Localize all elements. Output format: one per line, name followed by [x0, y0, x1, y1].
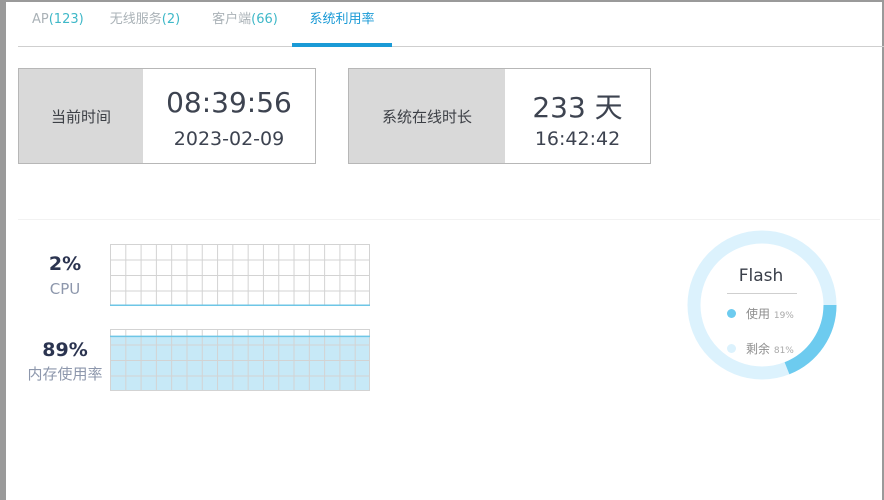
tab-wireless-service-count: (2) [161, 12, 181, 27]
current-time-label: 当前时间 [19, 69, 143, 163]
current-time-value: 08:39:56 [166, 86, 292, 119]
flash-title-underline [727, 293, 797, 294]
section-divider [18, 219, 880, 220]
cpu-usage-chart [110, 244, 370, 306]
uptime-label: 系统在线时长 [349, 69, 505, 163]
tab-system-utilization-label: 系统利用率 [309, 12, 375, 27]
tab-clients-label: 客户端 [212, 12, 252, 27]
tab-clients[interactable]: 客户端(66) [207, 0, 283, 46]
memory-fill-area [110, 335, 370, 391]
tab-wireless-service-label: 无线服务 [109, 12, 162, 27]
uptime-time-value: 16:42:42 [534, 128, 621, 150]
flash-used-legend-dot [727, 309, 736, 318]
tab-clients-count: (66) [251, 12, 278, 27]
flash-used-label: 使用 [746, 307, 771, 321]
flash-free-legend: 剩余 81% [746, 340, 794, 357]
cpu-label: CPU [49, 280, 81, 298]
tab-system-utilization[interactable]: 系统利用率 [292, 0, 392, 47]
tab-ap-count: (123) [48, 12, 84, 27]
tab-ap[interactable]: AP(123) [32, 0, 84, 46]
flash-used-legend: 使用 19% [746, 305, 794, 322]
flash-free-label: 剩余 [746, 342, 771, 356]
memory-usage-chart [110, 329, 370, 391]
memory-value: 89% [42, 339, 88, 361]
flash-used-pct: 19% [773, 311, 794, 321]
cpu-value: 2% [48, 253, 82, 275]
tab-ap-label: AP [32, 12, 49, 27]
current-time-card: 当前时间 08:39:56 2023-02-09 [18, 68, 316, 164]
uptime-days-value: 233 天 [532, 91, 623, 124]
flash-free-pct: 81% [773, 346, 794, 356]
uptime-card: 系统在线时长 233 天 16:42:42 [348, 68, 651, 164]
flash-title: Flash [738, 266, 784, 286]
current-date-value: 2023-02-09 [173, 128, 285, 150]
tab-wireless-service[interactable]: 无线服务(2) [106, 0, 184, 46]
memory-label: 内存使用率 [27, 365, 103, 383]
tab-bar: AP(123) 无线服务(2) 客户端(66) 系统利用率 [18, 0, 884, 47]
flash-free-legend-dot [727, 344, 736, 353]
